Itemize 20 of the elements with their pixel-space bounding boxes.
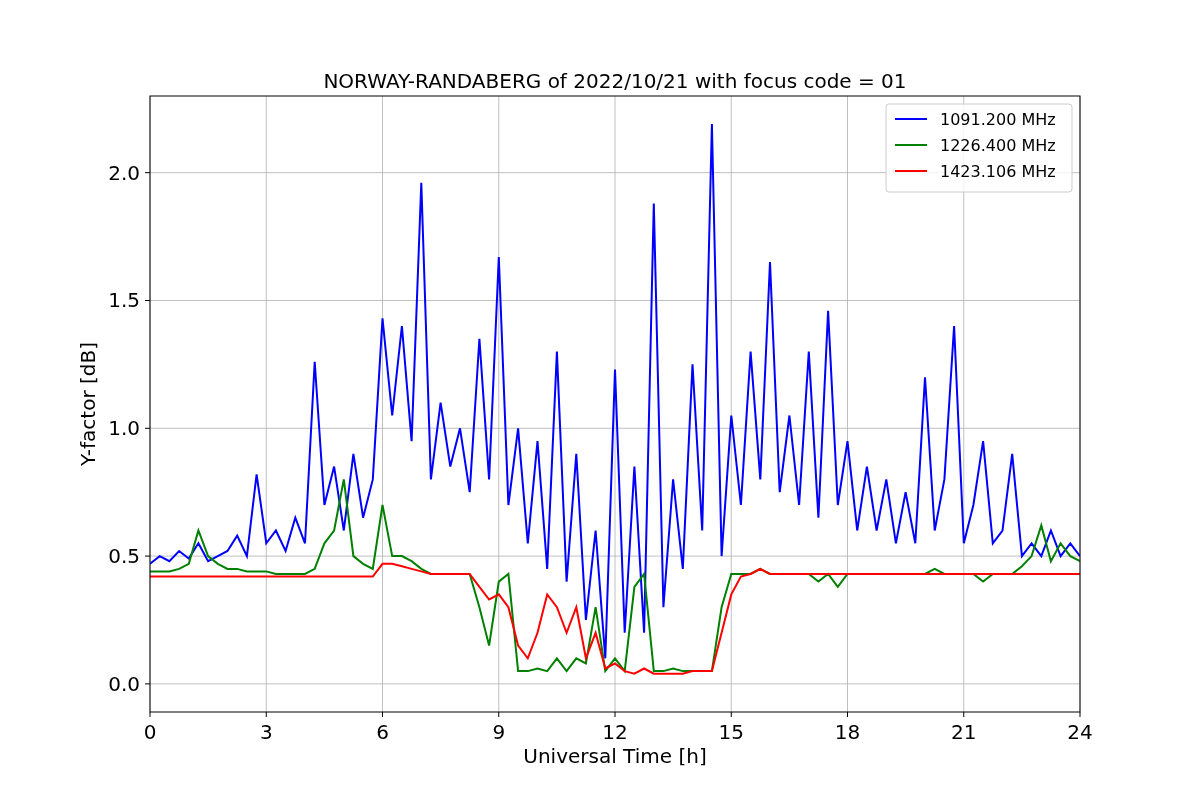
x-tick-label: 12 [602,720,628,744]
x-tick-label: 18 [834,720,861,744]
x-axis-label: Universal Time [h] [523,744,707,768]
x-tick-label: 0 [143,720,157,744]
x-tick-label: 21 [951,720,977,744]
chart-title: NORWAY-RANDABERG of 2022/10/21 with focus code = 01 [323,69,907,93]
x-tick-label: 9 [492,720,506,744]
x-tick-label: 15 [718,720,744,744]
y-tick-label: 0.5 [108,544,140,569]
y-tick-label: 1.0 [108,416,140,441]
y-tick-label: 0.0 [108,671,140,696]
legend-label: 1423.106 MHz [940,162,1056,181]
legend-label: 1226.400 MHz [940,136,1056,155]
x-tick-label: 24 [1067,720,1093,744]
y-axis-label: Y-factor [dB] [76,342,100,466]
x-tick-label: 6 [376,720,389,744]
x-tick-label: 3 [259,720,273,744]
y-tick-label: 1.5 [108,288,140,313]
legend-label: 1091.200 MHz [940,110,1056,129]
y-tick-label: 2.0 [108,160,140,185]
